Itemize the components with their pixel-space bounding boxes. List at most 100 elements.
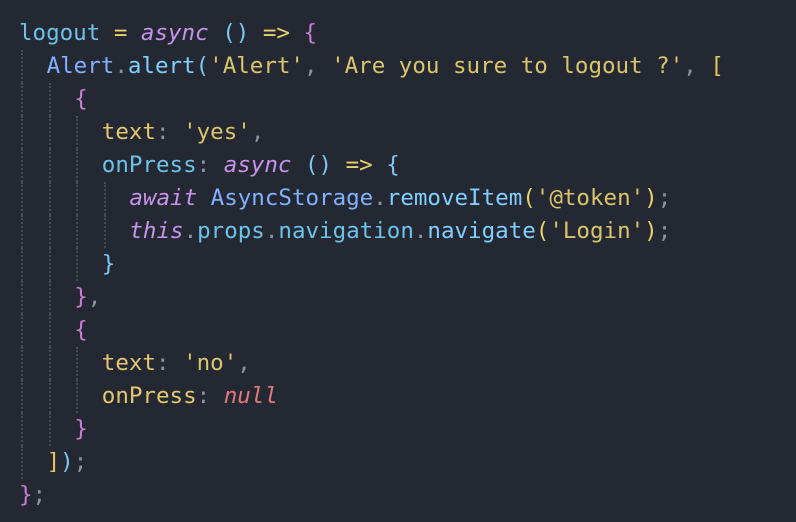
code-token: , — [87, 284, 102, 310]
code-token: 'no' — [183, 350, 238, 376]
code-token: : — [155, 119, 184, 145]
code-text: } — [74, 413, 88, 446]
code-token: { — [74, 317, 88, 343]
indent-guide — [76, 215, 79, 248]
code-token: text — [101, 119, 156, 145]
code-token: ] — [46, 449, 61, 475]
code-token: onPress — [101, 383, 197, 409]
code-token: logout — [19, 20, 101, 46]
indent-guide — [21, 314, 23, 347]
code-token: removeItem — [386, 185, 523, 211]
code-token: { — [74, 86, 88, 112]
indent-guide — [103, 182, 106, 215]
indent-guide — [21, 116, 23, 149]
code-token: ) — [644, 218, 658, 244]
code-token: { — [386, 152, 400, 178]
code-token: ( — [522, 185, 536, 211]
code-line: Alert.alert('Alert', 'Are you sure to lo… — [0, 50, 796, 83]
code-line: }, — [0, 281, 796, 314]
code-token: } — [19, 482, 33, 508]
indent-guide — [48, 149, 51, 182]
code-line: logout = async () => { — [0, 17, 796, 50]
code-token: } — [74, 284, 88, 310]
code-token: => — [332, 152, 387, 178]
code-token: ) — [644, 185, 658, 211]
indent-guide — [21, 248, 23, 281]
code-token: ; — [657, 185, 672, 211]
code-line: await AsyncStorage.removeItem('@token'); — [0, 182, 796, 215]
code-line: } — [0, 248, 796, 281]
indent-guide — [48, 347, 51, 380]
indent-guide — [48, 215, 51, 248]
indent-guide — [21, 182, 23, 215]
code-token: 'yes' — [183, 119, 251, 145]
code-token: null — [223, 383, 278, 409]
code-editor[interactable]: logout = async () => {Alert.alert('Alert… — [0, 0, 796, 522]
indent-guide — [48, 182, 51, 215]
code-token: '@token' — [535, 185, 645, 211]
code-token: 'Alert' — [209, 53, 304, 79]
indent-guide — [21, 281, 23, 314]
indent-guide — [76, 380, 79, 413]
code-line: ]); — [0, 446, 796, 479]
code-text: { — [74, 83, 88, 116]
code-line: text: 'no', — [0, 347, 796, 380]
code-token: () — [222, 20, 250, 46]
code-line: onPress: async () => { — [0, 149, 796, 182]
code-token: => — [249, 20, 304, 46]
indent-guide — [21, 215, 23, 248]
code-token: . — [183, 218, 198, 244]
indent-guide — [21, 149, 23, 182]
code-token: ( — [535, 218, 550, 244]
indent-guide — [76, 149, 79, 182]
code-token: this — [129, 218, 184, 244]
code-token: : — [196, 383, 224, 409]
indent-guide — [48, 83, 51, 116]
code-token: [ — [710, 53, 724, 79]
code-token: navigation — [278, 218, 414, 244]
code-token: } — [74, 416, 88, 442]
code-token: async — [140, 20, 209, 46]
code-text: text: 'no', — [102, 347, 251, 380]
code-token: ; — [657, 218, 672, 244]
code-token: . — [373, 185, 387, 211]
indent-guide — [21, 347, 23, 380]
code-token: text — [101, 350, 156, 376]
code-text: ]); — [47, 446, 88, 479]
code-token: : — [155, 350, 184, 376]
code-line: } — [0, 413, 796, 446]
indent-guide — [103, 215, 106, 248]
code-token: ( — [195, 53, 210, 79]
code-text: }; — [19, 479, 46, 512]
code-text: await AsyncStorage.removeItem('@token'); — [129, 182, 671, 215]
code-token: AsyncStorage — [210, 185, 374, 211]
code-token: = — [100, 20, 141, 46]
code-token: alert — [127, 53, 196, 79]
indent-guide — [21, 50, 23, 83]
code-text: Alert.alert('Alert', 'Are you sure to lo… — [47, 50, 724, 83]
code-token: 'Are you sure to logout ?' — [331, 53, 684, 79]
code-text: onPress: null — [102, 380, 278, 413]
code-token: ; — [73, 449, 88, 475]
indent-guide — [48, 248, 51, 281]
code-token: , — [303, 53, 332, 79]
code-token: onPress — [101, 152, 197, 178]
indent-guide — [21, 83, 23, 116]
indent-guide — [21, 380, 23, 413]
code-text: logout = async () => { — [19, 17, 317, 50]
code-token: . — [413, 218, 428, 244]
indent-guide — [76, 248, 79, 281]
indent-guide — [48, 281, 51, 314]
code-token: , — [237, 350, 251, 376]
indent-guide — [48, 116, 51, 149]
code-line: text: 'yes', — [0, 116, 796, 149]
code-token: 'Login' — [549, 218, 645, 244]
code-text: text: 'yes', — [102, 116, 265, 149]
code-token: await — [129, 185, 198, 211]
code-token: () — [305, 152, 333, 178]
code-text: this.props.navigation.navigate('Login'); — [129, 215, 671, 248]
indent-guide — [48, 314, 51, 347]
indent-guide — [48, 380, 51, 413]
